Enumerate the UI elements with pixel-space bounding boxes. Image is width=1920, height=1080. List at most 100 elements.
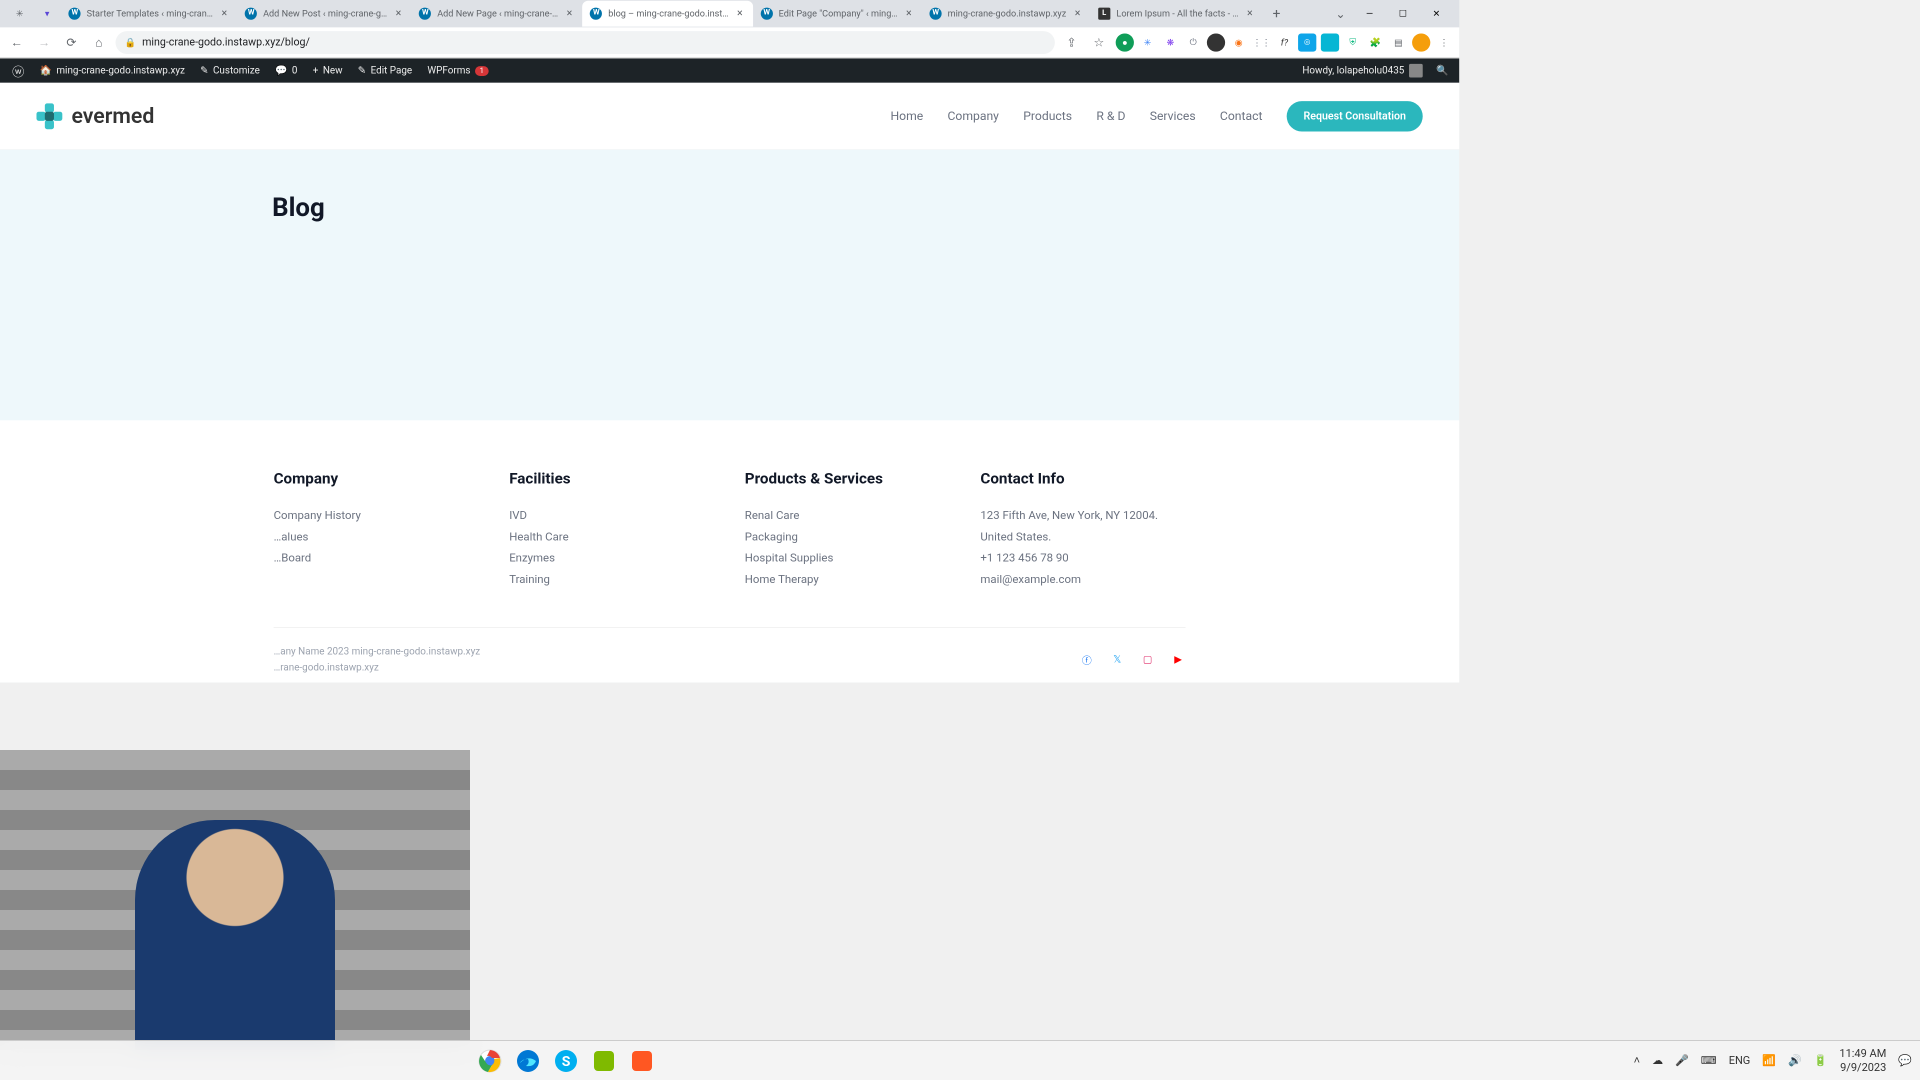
extension-icon[interactable]: ● xyxy=(1116,33,1134,51)
back-button[interactable]: ← xyxy=(6,32,27,53)
request-consultation-button[interactable]: Request Consultation xyxy=(1287,101,1423,131)
instagram-icon[interactable]: ▢ xyxy=(1140,652,1155,667)
app-icon[interactable] xyxy=(588,1045,620,1077)
browser-tab[interactable]: Edit Page "Company" ‹ ming…× xyxy=(753,1,922,27)
close-icon[interactable]: × xyxy=(904,8,915,19)
extension-icon[interactable]: f? xyxy=(1275,33,1293,51)
address-bar[interactable]: 🔒 ming-crane-godo.instawp.xyz/blog/ xyxy=(116,31,1055,54)
side-panel-icon[interactable]: ▤ xyxy=(1389,33,1407,51)
extension-icon[interactable]: ✳ xyxy=(1138,33,1156,51)
close-icon[interactable]: × xyxy=(1072,8,1083,19)
home-button[interactable]: ⌂ xyxy=(88,32,109,53)
extension-icon[interactable] xyxy=(1207,33,1225,51)
browser-tab[interactable]: Add New Page ‹ ming-crane-…× xyxy=(411,1,582,27)
wp-site-name[interactable]: 🏠ming-crane-godo.instawp.xyz xyxy=(33,59,191,83)
browser-tab-active[interactable]: blog – ming-crane-godo.inst…× xyxy=(582,1,752,27)
nav-services[interactable]: Services xyxy=(1150,109,1196,123)
browser-tab[interactable]: ▾ xyxy=(33,1,60,27)
twitter-icon[interactable]: 𝕏 xyxy=(1110,652,1125,667)
site-header: evermed Home Company Products R & D Serv… xyxy=(0,83,1459,150)
nav-rd[interactable]: R & D xyxy=(1096,109,1125,123)
wifi-icon[interactable]: 📶 xyxy=(1762,1054,1776,1067)
wp-new[interactable]: +New xyxy=(307,59,349,83)
tab-search-icon[interactable]: ⌄ xyxy=(1328,2,1352,26)
extension-icon[interactable]: ⛨ xyxy=(1344,33,1362,51)
avatar-icon xyxy=(1409,64,1423,78)
mic-icon[interactable]: 🎤 xyxy=(1675,1054,1689,1067)
close-icon[interactable]: × xyxy=(1245,8,1256,19)
youtube-icon[interactable]: ▶ xyxy=(1170,652,1185,667)
footer-col-products: Products & Services Renal Care Packaging… xyxy=(745,469,950,594)
footer-bottom: …any Name 2023 ming-crane-godo.instawp.x… xyxy=(274,627,1186,682)
extensions-icon[interactable]: 🧩 xyxy=(1366,33,1384,51)
close-icon[interactable]: × xyxy=(564,8,575,19)
footer-link[interactable]: Home Therapy xyxy=(745,572,950,586)
close-icon[interactable]: × xyxy=(735,8,746,19)
maximize-button[interactable]: ☐ xyxy=(1386,2,1419,26)
app-icon[interactable] xyxy=(626,1045,658,1077)
wp-comments[interactable]: 💬0 xyxy=(269,59,304,83)
touchpad-icon[interactable]: ⌨ xyxy=(1701,1054,1717,1067)
bookmark-icon[interactable]: ☆ xyxy=(1088,32,1109,53)
browser-tab[interactable]: ming-crane-godo.instawp.xyz× xyxy=(922,1,1091,27)
nav-products[interactable]: Products xyxy=(1023,109,1072,123)
menu-icon[interactable]: ⋮ xyxy=(1435,33,1453,51)
wordpress-icon xyxy=(760,8,772,20)
wp-customize[interactable]: ✎Customize xyxy=(194,59,266,83)
extension-icon[interactable]: ◉ xyxy=(1230,33,1248,51)
battery-icon[interactable]: 🔋 xyxy=(1814,1054,1828,1067)
wordpress-icon xyxy=(590,8,602,20)
close-icon[interactable]: × xyxy=(393,8,404,19)
edge-icon[interactable] xyxy=(512,1045,544,1077)
footer-link[interactable]: Packaging xyxy=(745,530,950,544)
extension-icon[interactable] xyxy=(1321,33,1339,51)
close-window-button[interactable]: ✕ xyxy=(1420,2,1453,26)
footer-link[interactable]: Enzymes xyxy=(509,551,714,565)
onedrive-icon[interactable]: ☁ xyxy=(1652,1054,1663,1067)
browser-tab[interactable]: ✳ xyxy=(6,1,33,27)
footer-link[interactable]: Health Care xyxy=(509,530,714,544)
notifications-icon[interactable]: 💬 xyxy=(1898,1054,1912,1067)
minimize-button[interactable]: — xyxy=(1353,2,1386,26)
nav-contact[interactable]: Contact xyxy=(1220,109,1263,123)
footer-link[interactable]: IVD xyxy=(509,508,714,522)
page-title: Blog xyxy=(272,192,1423,222)
language-indicator[interactable]: ENG xyxy=(1729,1054,1751,1067)
extension-icon[interactable]: ⏻ xyxy=(1184,33,1202,51)
forward-button[interactable]: → xyxy=(33,32,54,53)
new-tab-button[interactable]: + xyxy=(1266,3,1287,24)
footer-link[interactable]: …alues xyxy=(274,530,479,544)
wp-logo[interactable]: ⓦ xyxy=(6,59,30,83)
footer-link[interactable]: Training xyxy=(509,572,714,586)
footer-link[interactable]: …Board xyxy=(274,551,479,565)
wp-wpforms[interactable]: WPForms1 xyxy=(421,59,494,83)
nav-home[interactable]: Home xyxy=(890,109,923,123)
footer-text: mail@example.com xyxy=(980,572,1185,586)
nav-company[interactable]: Company xyxy=(948,109,999,123)
volume-icon[interactable]: 🔊 xyxy=(1788,1054,1802,1067)
tray-chevron-icon[interactable]: ˄ xyxy=(1634,1054,1640,1067)
wp-howdy[interactable]: Howdy, lolapeholu0435 xyxy=(1296,59,1428,83)
extension-icon[interactable]: ◎ xyxy=(1298,33,1316,51)
clock[interactable]: 11:49 AM 9/9/2023 xyxy=(1839,1047,1886,1073)
browser-tab[interactable]: Starter Templates ‹ ming-cran…× xyxy=(61,1,237,27)
footer-text: United States. xyxy=(980,530,1185,544)
extension-icon[interactable]: ⋮⋮ xyxy=(1252,33,1270,51)
facebook-icon[interactable]: ⓕ xyxy=(1079,652,1094,667)
extension-icon[interactable]: ❋ xyxy=(1161,33,1179,51)
close-icon[interactable]: × xyxy=(219,8,230,19)
site-logo[interactable]: evermed xyxy=(36,103,154,129)
wp-edit-page[interactable]: ✎Edit Page xyxy=(352,59,419,83)
footer-link[interactable]: Hospital Supplies xyxy=(745,551,950,565)
skype-icon[interactable]: S xyxy=(550,1045,582,1077)
browser-tab[interactable]: Add New Post ‹ ming-crane-g…× xyxy=(237,1,411,27)
footer-link[interactable]: Company History xyxy=(274,508,479,522)
share-icon[interactable]: ⇪ xyxy=(1061,32,1082,53)
wp-search[interactable]: 🔍 xyxy=(1432,59,1453,83)
footer-link[interactable]: Renal Care xyxy=(745,508,950,522)
chrome-icon[interactable] xyxy=(474,1045,506,1077)
browser-tab[interactable]: LLorem Ipsum - All the facts - …× xyxy=(1091,1,1263,27)
svg-text:S: S xyxy=(562,1054,571,1070)
reload-button[interactable]: ⟳ xyxy=(61,32,82,53)
profile-avatar[interactable] xyxy=(1412,33,1430,51)
